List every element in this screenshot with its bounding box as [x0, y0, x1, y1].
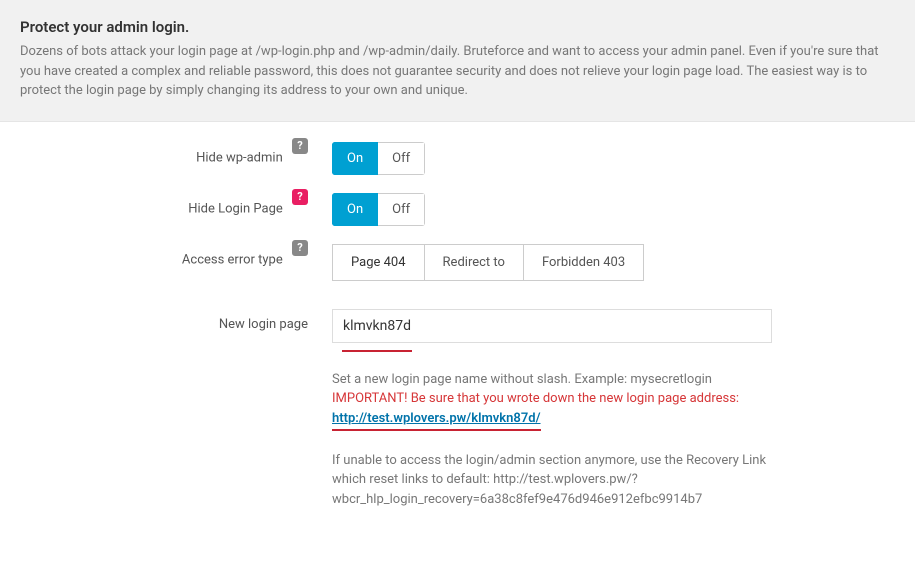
help-icon[interactable]: ? [292, 240, 308, 256]
toggle-on[interactable]: On [332, 193, 378, 226]
underline-decoration [342, 349, 412, 352]
settings-form: Hide wp-admin ? On Off Hide Login Page ?… [0, 122, 915, 567]
section-title: Protect your admin login. [20, 18, 895, 36]
row-hide-login: Hide Login Page ? On Off [0, 193, 915, 226]
label-text: Hide wp-admin [196, 150, 283, 165]
toggle-hide-login[interactable]: On Off [332, 193, 425, 226]
tab-redirect-to[interactable]: Redirect to [425, 244, 524, 281]
label-text: New login page [219, 317, 308, 332]
label-access-error: Access error type ? [0, 244, 318, 268]
help-icon[interactable]: ? [292, 138, 308, 154]
hint-important: IMPORTANT! Be sure that you wrote down t… [332, 389, 792, 409]
label-new-login: New login page [0, 309, 318, 332]
new-login-url-link[interactable]: http://test.wplovers.pw/klmvkn87d/ [332, 411, 541, 426]
row-access-error: Access error type ? Page 404 Redirect to… [0, 244, 915, 281]
tab-page-404[interactable]: Page 404 [332, 244, 425, 281]
toggle-off[interactable]: Off [378, 193, 425, 226]
hint-example: Set a new login page name without slash.… [332, 370, 792, 390]
hint-recovery: If unable to access the login/admin sect… [332, 451, 792, 510]
toggle-off[interactable]: Off [378, 142, 425, 175]
section-header: Protect your admin login. Dozens of bots… [0, 0, 915, 122]
new-login-hint: Set a new login page name without slash.… [332, 370, 792, 510]
section-description: Dozens of bots attack your login page at… [20, 42, 895, 101]
tab-forbidden-403[interactable]: Forbidden 403 [524, 244, 644, 281]
label-hide-login: Hide Login Page ? [0, 193, 318, 217]
row-new-login: New login page Set a new login page name… [0, 309, 915, 510]
row-hide-wp-admin: Hide wp-admin ? On Off [0, 142, 915, 175]
label-hide-wp-admin: Hide wp-admin ? [0, 142, 318, 166]
tabs-access-error[interactable]: Page 404 Redirect to Forbidden 403 [332, 244, 644, 281]
toggle-hide-wp-admin[interactable]: On Off [332, 142, 425, 175]
toggle-on[interactable]: On [332, 142, 378, 175]
help-icon[interactable]: ? [292, 189, 308, 205]
label-text: Hide Login Page [188, 201, 283, 216]
new-login-input[interactable] [332, 309, 772, 343]
label-text: Access error type [182, 252, 283, 267]
